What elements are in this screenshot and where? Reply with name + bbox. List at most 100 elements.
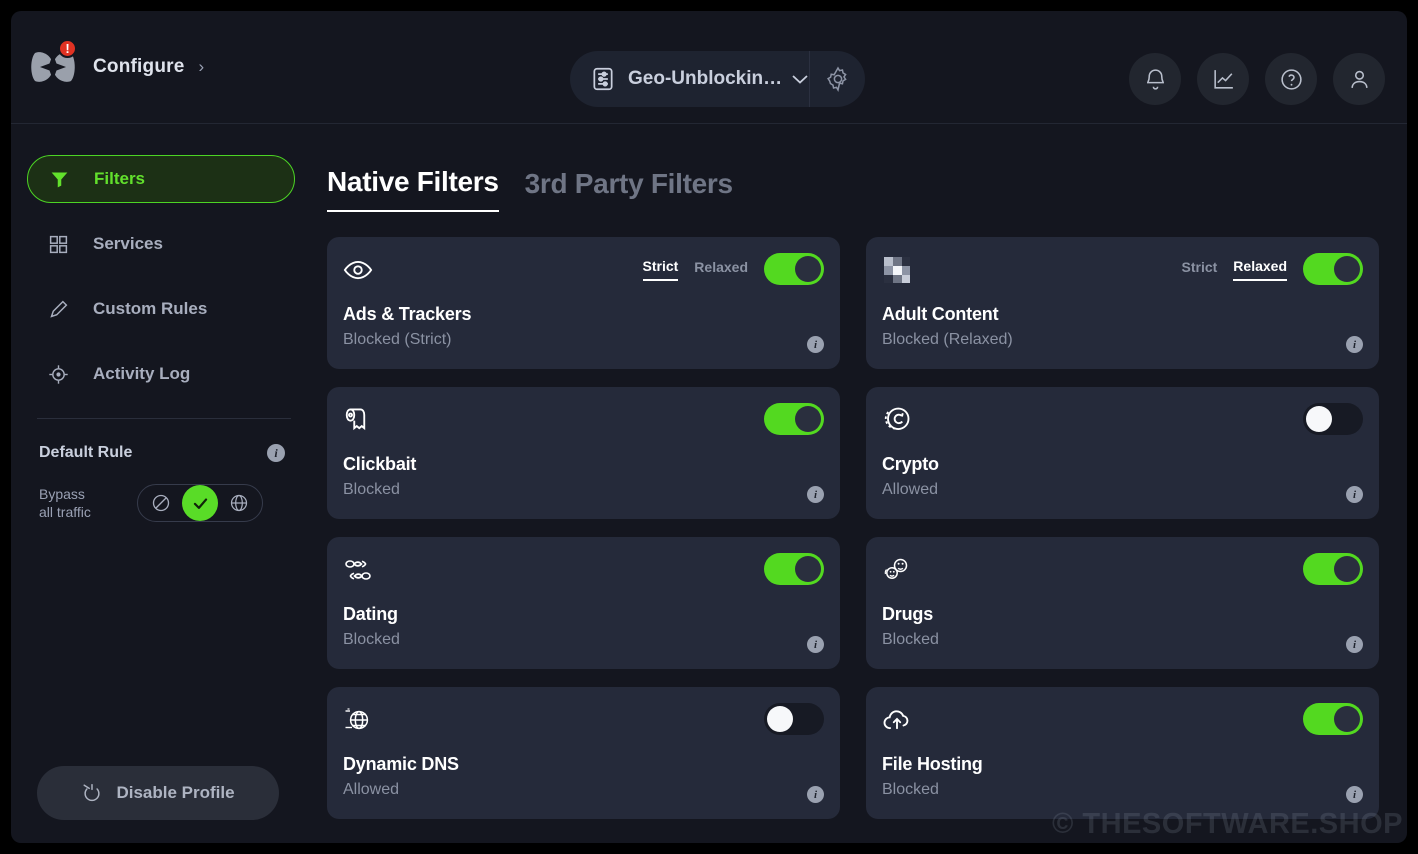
- globe-icon: [230, 494, 248, 512]
- filter-toggle[interactable]: [764, 253, 824, 285]
- chart-line-icon: [1213, 69, 1233, 89]
- filter-status: Blocked: [343, 481, 400, 498]
- toggle-knob: [1334, 556, 1360, 582]
- filter-card-top: Strict Relaxed: [343, 253, 824, 287]
- toggle-knob: [795, 256, 821, 282]
- default-rule-allow-option[interactable]: [182, 485, 218, 521]
- account-button[interactable]: [1333, 53, 1385, 105]
- help-button[interactable]: [1265, 53, 1317, 105]
- sidebar-item-label: Filters: [94, 169, 146, 188]
- toggle-knob: [767, 706, 793, 732]
- bypass-label: Bypass all traffic: [39, 485, 137, 521]
- toilet-paper-icon: [343, 403, 377, 437]
- alert-badge: !: [58, 39, 77, 58]
- filter-mode-switcher: [1303, 403, 1363, 435]
- pencil-icon: [48, 299, 74, 320]
- filter-status: Blocked: [882, 631, 939, 648]
- filter-toggle[interactable]: [764, 703, 824, 735]
- profile-settings-button[interactable]: [810, 51, 865, 107]
- notifications-button[interactable]: [1129, 53, 1181, 105]
- sidebar-item-services[interactable]: Services: [27, 220, 295, 268]
- main-content: Native Filters 3rd Party Filters i: [311, 124, 1407, 842]
- sidebar-item-filters[interactable]: Filters: [27, 155, 295, 203]
- tab-native-filters[interactable]: Native Filters: [327, 166, 499, 212]
- filter-status: Allowed: [343, 781, 400, 798]
- filter-info-icon[interactable]: i: [1346, 786, 1363, 803]
- top-bar: ! Configure › Geo-Unblockin…: [11, 11, 1407, 124]
- tab-3rd-party-filters[interactable]: 3rd Party Filters: [525, 168, 733, 212]
- toggle-knob: [1306, 406, 1332, 432]
- toggle-knob: [795, 556, 821, 582]
- power-off-slash-icon: [81, 782, 103, 804]
- filter-card[interactable]: Strict Relaxed Adult Content Blocked (Re…: [866, 237, 1379, 369]
- filter-info-icon[interactable]: i: [1346, 636, 1363, 653]
- filter-toggle[interactable]: [764, 553, 824, 585]
- filter-name: Crypto: [882, 454, 939, 474]
- filter-info-icon[interactable]: i: [807, 786, 824, 803]
- breadcrumb-chevron-icon: ›: [198, 57, 205, 76]
- sidebar-item-custom-rules[interactable]: Custom Rules: [27, 285, 295, 333]
- filter-card[interactable]: Dynamic DNS Allowed i: [327, 687, 840, 819]
- bypass-row: Bypass all traffic: [39, 484, 295, 522]
- filter-mode-switcher: [764, 553, 824, 585]
- filter-mode-switcher: [764, 403, 824, 435]
- default-rule-info-icon[interactable]: i: [267, 444, 285, 462]
- smiley-pills-icon: [882, 553, 916, 587]
- default-rule-title: Default Rule: [39, 444, 133, 461]
- grid-icon: [48, 234, 74, 255]
- profile-selector[interactable]: Geo-Unblockin…: [570, 51, 865, 107]
- filter-toggle[interactable]: [1303, 403, 1363, 435]
- sidebar-item-label: Custom Rules: [93, 299, 208, 318]
- profile-dropdown[interactable]: Geo-Unblockin…: [570, 51, 811, 107]
- check-icon: [193, 497, 207, 509]
- filter-name: Clickbait: [343, 454, 417, 474]
- filter-info-icon[interactable]: i: [1346, 486, 1363, 503]
- body: Filters Services Custom Rules Activity L…: [11, 124, 1407, 842]
- filter-card-top: [343, 553, 824, 587]
- filter-name: Dating: [343, 604, 398, 624]
- filter-toggle[interactable]: [1303, 553, 1363, 585]
- toggle-knob: [1334, 256, 1360, 282]
- mode-strict-option[interactable]: Strict: [642, 258, 679, 281]
- filter-info-icon[interactable]: i: [807, 636, 824, 653]
- filter-status: Blocked (Strict): [343, 331, 452, 348]
- filter-card-top: [882, 403, 1363, 437]
- filter-card[interactable]: Strict Relaxed Ads & Trackers Blocked (S…: [327, 237, 840, 369]
- disable-profile-label: Disable Profile: [116, 783, 235, 802]
- filter-info-icon[interactable]: i: [1346, 336, 1363, 353]
- app-logo[interactable]: !: [27, 39, 79, 93]
- mode-strict-option[interactable]: Strict: [1182, 259, 1218, 280]
- chevron-down-icon: [792, 75, 808, 84]
- default-rule-block-option[interactable]: [144, 486, 178, 520]
- filter-status: Blocked: [882, 781, 939, 798]
- filter-info-icon[interactable]: i: [807, 486, 824, 503]
- globe-motion-icon: [343, 703, 377, 737]
- sidebar-item-activity-log[interactable]: Activity Log: [27, 350, 295, 398]
- mode-relaxed-option[interactable]: Relaxed: [1233, 258, 1287, 281]
- sidebar-item-label: Services: [93, 234, 163, 253]
- filter-toggle[interactable]: [1303, 703, 1363, 735]
- filter-card[interactable]: Clickbait Blocked i: [327, 387, 840, 519]
- sidebar: Filters Services Custom Rules Activity L…: [11, 124, 311, 842]
- filter-mode-switcher: Strict Relaxed: [1182, 253, 1363, 285]
- analytics-button[interactable]: [1197, 53, 1249, 105]
- toggle-knob: [1334, 706, 1360, 732]
- coin-icon: [882, 403, 916, 437]
- filter-mode-switcher: [1303, 553, 1363, 585]
- filter-toggle[interactable]: [764, 403, 824, 435]
- target-icon: [48, 364, 74, 385]
- filter-toggle[interactable]: [1303, 253, 1363, 285]
- sliders-icon: [593, 67, 613, 91]
- filters-grid: Strict Relaxed Ads & Trackers Blocked (S…: [327, 237, 1379, 819]
- bell-icon: [1146, 68, 1164, 90]
- filter-card[interactable]: File Hosting Blocked i: [866, 687, 1379, 819]
- default-rule-redirect-option[interactable]: [222, 486, 256, 520]
- filter-card[interactable]: Crypto Allowed i: [866, 387, 1379, 519]
- breadcrumb[interactable]: Configure: [93, 56, 185, 78]
- filter-card[interactable]: Drugs Blocked i: [866, 537, 1379, 669]
- filter-info-icon[interactable]: i: [807, 336, 824, 353]
- disable-profile-button[interactable]: Disable Profile: [37, 766, 279, 820]
- mode-relaxed-option[interactable]: Relaxed: [694, 259, 748, 280]
- filter-card[interactable]: Dating Blocked i: [327, 537, 840, 669]
- filter-card-top: Strict Relaxed: [882, 253, 1363, 287]
